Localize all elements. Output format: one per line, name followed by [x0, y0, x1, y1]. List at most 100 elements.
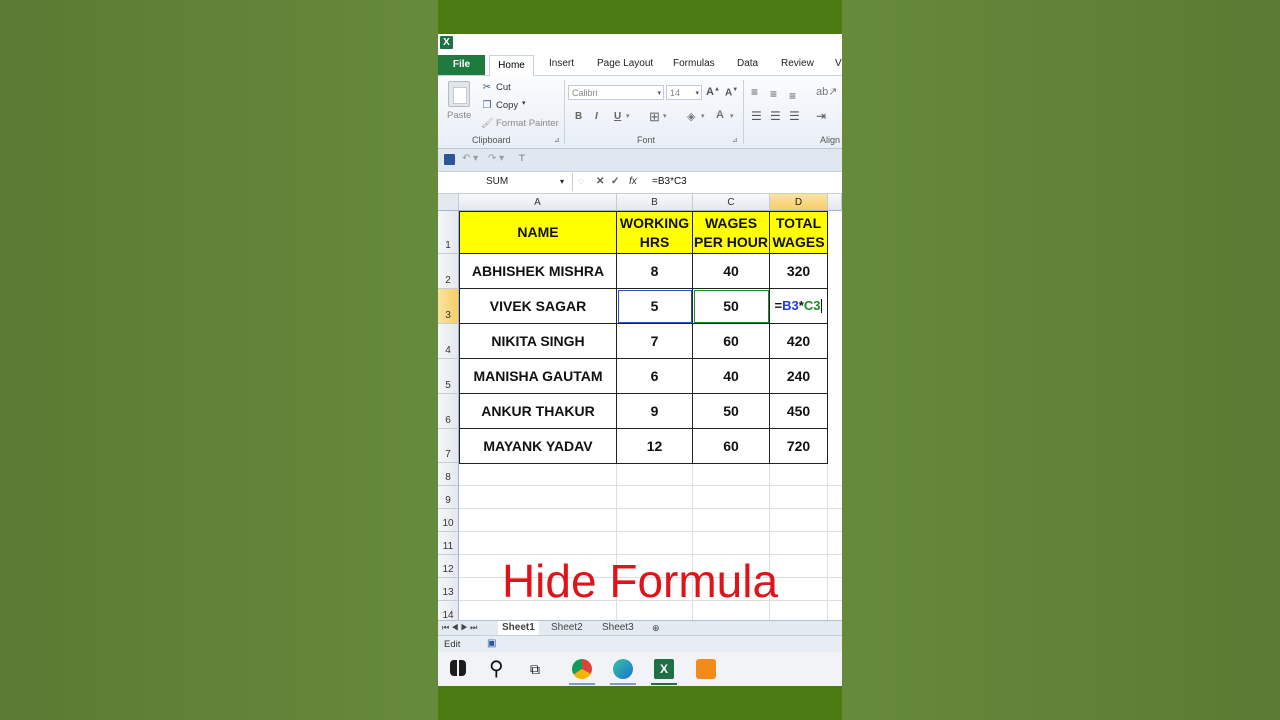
italic-icon[interactable]: I	[595, 111, 598, 122]
select-all-corner[interactable]	[438, 194, 459, 211]
cell-header-name[interactable]: NAME	[459, 211, 617, 254]
copy-button[interactable]: Copy	[496, 100, 518, 111]
fill-color-icon[interactable]: ◈	[687, 110, 695, 123]
table-cell[interactable]: 320	[770, 254, 828, 289]
table-cell[interactable]: 7	[617, 324, 693, 359]
size-dropdown-icon[interactable]: ▾	[695, 86, 699, 101]
column-header-b[interactable]: B	[617, 194, 693, 211]
paste-label[interactable]: Paste	[447, 110, 471, 121]
row-header[interactable]: 6	[438, 394, 459, 429]
row-header[interactable]: 8	[438, 463, 459, 486]
font-launcher-icon[interactable]: ⊿	[732, 136, 738, 144]
fill-dropdown-icon[interactable]: ▾	[701, 112, 705, 120]
font-name-box[interactable]: Calibri ▾	[568, 85, 664, 100]
font-color-dropdown-icon[interactable]: ▾	[730, 112, 734, 120]
referenced-cell-c3[interactable]: 50	[693, 289, 770, 324]
column-header-e[interactable]	[828, 194, 842, 211]
table-cell[interactable]: 720	[770, 429, 828, 464]
tab-home[interactable]: Home	[489, 55, 534, 76]
tab-data[interactable]: Data	[737, 58, 758, 69]
align-bottom-icon[interactable]: ≡	[789, 89, 796, 103]
table-cell-name[interactable]: MAYANK YADAV	[459, 429, 617, 464]
borders-dropdown-icon[interactable]: ▾	[663, 112, 667, 120]
shrink-font-icon[interactable]: A▼	[725, 87, 738, 98]
table-cell[interactable]: 240	[770, 359, 828, 394]
align-middle-icon[interactable]: ≡	[770, 87, 777, 101]
table-cell[interactable]: 9	[617, 394, 693, 429]
formula-input[interactable]: =B3*C3	[652, 173, 687, 191]
font-dropdown-icon[interactable]: ▾	[657, 86, 661, 101]
excel-taskbar-icon[interactable]: X	[654, 659, 674, 679]
underline-icon[interactable]: U	[614, 111, 621, 122]
tab-formulas[interactable]: Formulas	[673, 58, 715, 69]
table-cell[interactable]: 450	[770, 394, 828, 429]
row-header[interactable]: 11	[438, 532, 459, 555]
cell-header-total-wages[interactable]: TOTAL WAGES	[770, 211, 828, 254]
clipboard-launcher-icon[interactable]: ⊿	[554, 136, 560, 144]
table-cell[interactable]: 40	[693, 359, 770, 394]
tab-review[interactable]: Review	[781, 58, 814, 69]
table-cell[interactable]: 60	[693, 429, 770, 464]
bold-icon[interactable]: B	[575, 111, 582, 122]
edge-icon[interactable]	[613, 659, 633, 679]
row-header[interactable]: 5	[438, 359, 459, 394]
column-header-d[interactable]: D	[770, 194, 828, 211]
tab-page-layout[interactable]: Page Layout	[597, 58, 653, 69]
table-cell[interactable]: 50	[693, 394, 770, 429]
table-cell-name[interactable]: MANISHA GAUTAM	[459, 359, 617, 394]
table-cell[interactable]: 8	[617, 254, 693, 289]
orientation-icon[interactable]: ab↗	[816, 85, 837, 98]
sheet-nav-icons[interactable]: ⏮ ◀ ▶ ⏭	[442, 621, 477, 635]
borders-icon[interactable]: ⊞	[649, 109, 660, 125]
table-cell-name[interactable]: NIKITA SINGH	[459, 324, 617, 359]
table-cell-name[interactable]: VIVEK SAGAR	[459, 289, 617, 324]
insert-function-icon[interactable]: fx	[629, 173, 637, 191]
align-right-icon[interactable]: ☰	[789, 109, 800, 123]
name-box-dropdown-icon[interactable]: ▾	[560, 173, 564, 191]
row-header[interactable]: 4	[438, 324, 459, 359]
expand-icon[interactable]: ◌	[578, 173, 584, 191]
insert-sheet-icon[interactable]: ⊕	[652, 621, 660, 635]
row-header[interactable]: 2	[438, 254, 459, 289]
row-header[interactable]: 1	[438, 211, 459, 254]
row-header[interactable]: 10	[438, 509, 459, 532]
format-painter-button[interactable]: Format Painter	[496, 118, 559, 129]
align-center-icon[interactable]: ☰	[770, 109, 781, 123]
table-cell-name[interactable]: ANKUR THAKUR	[459, 394, 617, 429]
sheet-tab-3[interactable]: Sheet3	[602, 621, 634, 635]
cell-header-wages-per-hour[interactable]: WAGES PER HOUR	[693, 211, 770, 254]
row-header[interactable]: 3	[438, 289, 459, 324]
cell-header-working-hrs[interactable]: WORKING HRS	[617, 211, 693, 254]
align-top-icon[interactable]: ≡	[751, 85, 758, 99]
orange-app-icon[interactable]	[696, 659, 716, 679]
row-header[interactable]: 7	[438, 429, 459, 463]
grow-font-icon[interactable]: A▲	[706, 86, 720, 98]
tab-view[interactable]: Vi	[835, 58, 842, 69]
chrome-icon[interactable]	[572, 659, 592, 679]
indent-icon[interactable]: ⇥	[816, 109, 826, 123]
active-cell-d3[interactable]: = B3 * C3	[770, 289, 828, 324]
font-color-icon[interactable]: A	[716, 109, 724, 121]
table-cell[interactable]: 12	[617, 429, 693, 464]
table-cell[interactable]: 420	[770, 324, 828, 359]
search-icon[interactable]: ⚲	[489, 659, 509, 679]
tab-insert[interactable]: Insert	[549, 58, 574, 69]
cut-button[interactable]: Cut	[496, 82, 511, 93]
cancel-icon[interactable]: ✕	[596, 173, 604, 191]
table-cell[interactable]: 60	[693, 324, 770, 359]
enter-icon[interactable]: ✓	[611, 173, 619, 191]
sheet-tab-1[interactable]: Sheet1	[498, 621, 539, 635]
referenced-cell-b3[interactable]: 5	[617, 289, 693, 324]
align-left-icon[interactable]: ☰	[751, 109, 762, 123]
underline-dropdown-icon[interactable]: ▾	[626, 112, 630, 120]
undo-icon[interactable]: ↶ ▾	[462, 153, 478, 164]
row-header[interactable]: 9	[438, 486, 459, 509]
name-box[interactable]: SUM ▾	[438, 173, 573, 191]
table-cell-name[interactable]: ABHISHEK MISHRA	[459, 254, 617, 289]
paste-icon[interactable]	[448, 81, 470, 107]
font-size-box[interactable]: 14 ▾	[666, 85, 702, 100]
customize-qat-icon[interactable]: ⊤	[518, 153, 526, 164]
column-header-c[interactable]: C	[693, 194, 770, 211]
redo-icon[interactable]: ↷ ▾	[488, 153, 504, 164]
save-icon[interactable]	[444, 154, 455, 165]
